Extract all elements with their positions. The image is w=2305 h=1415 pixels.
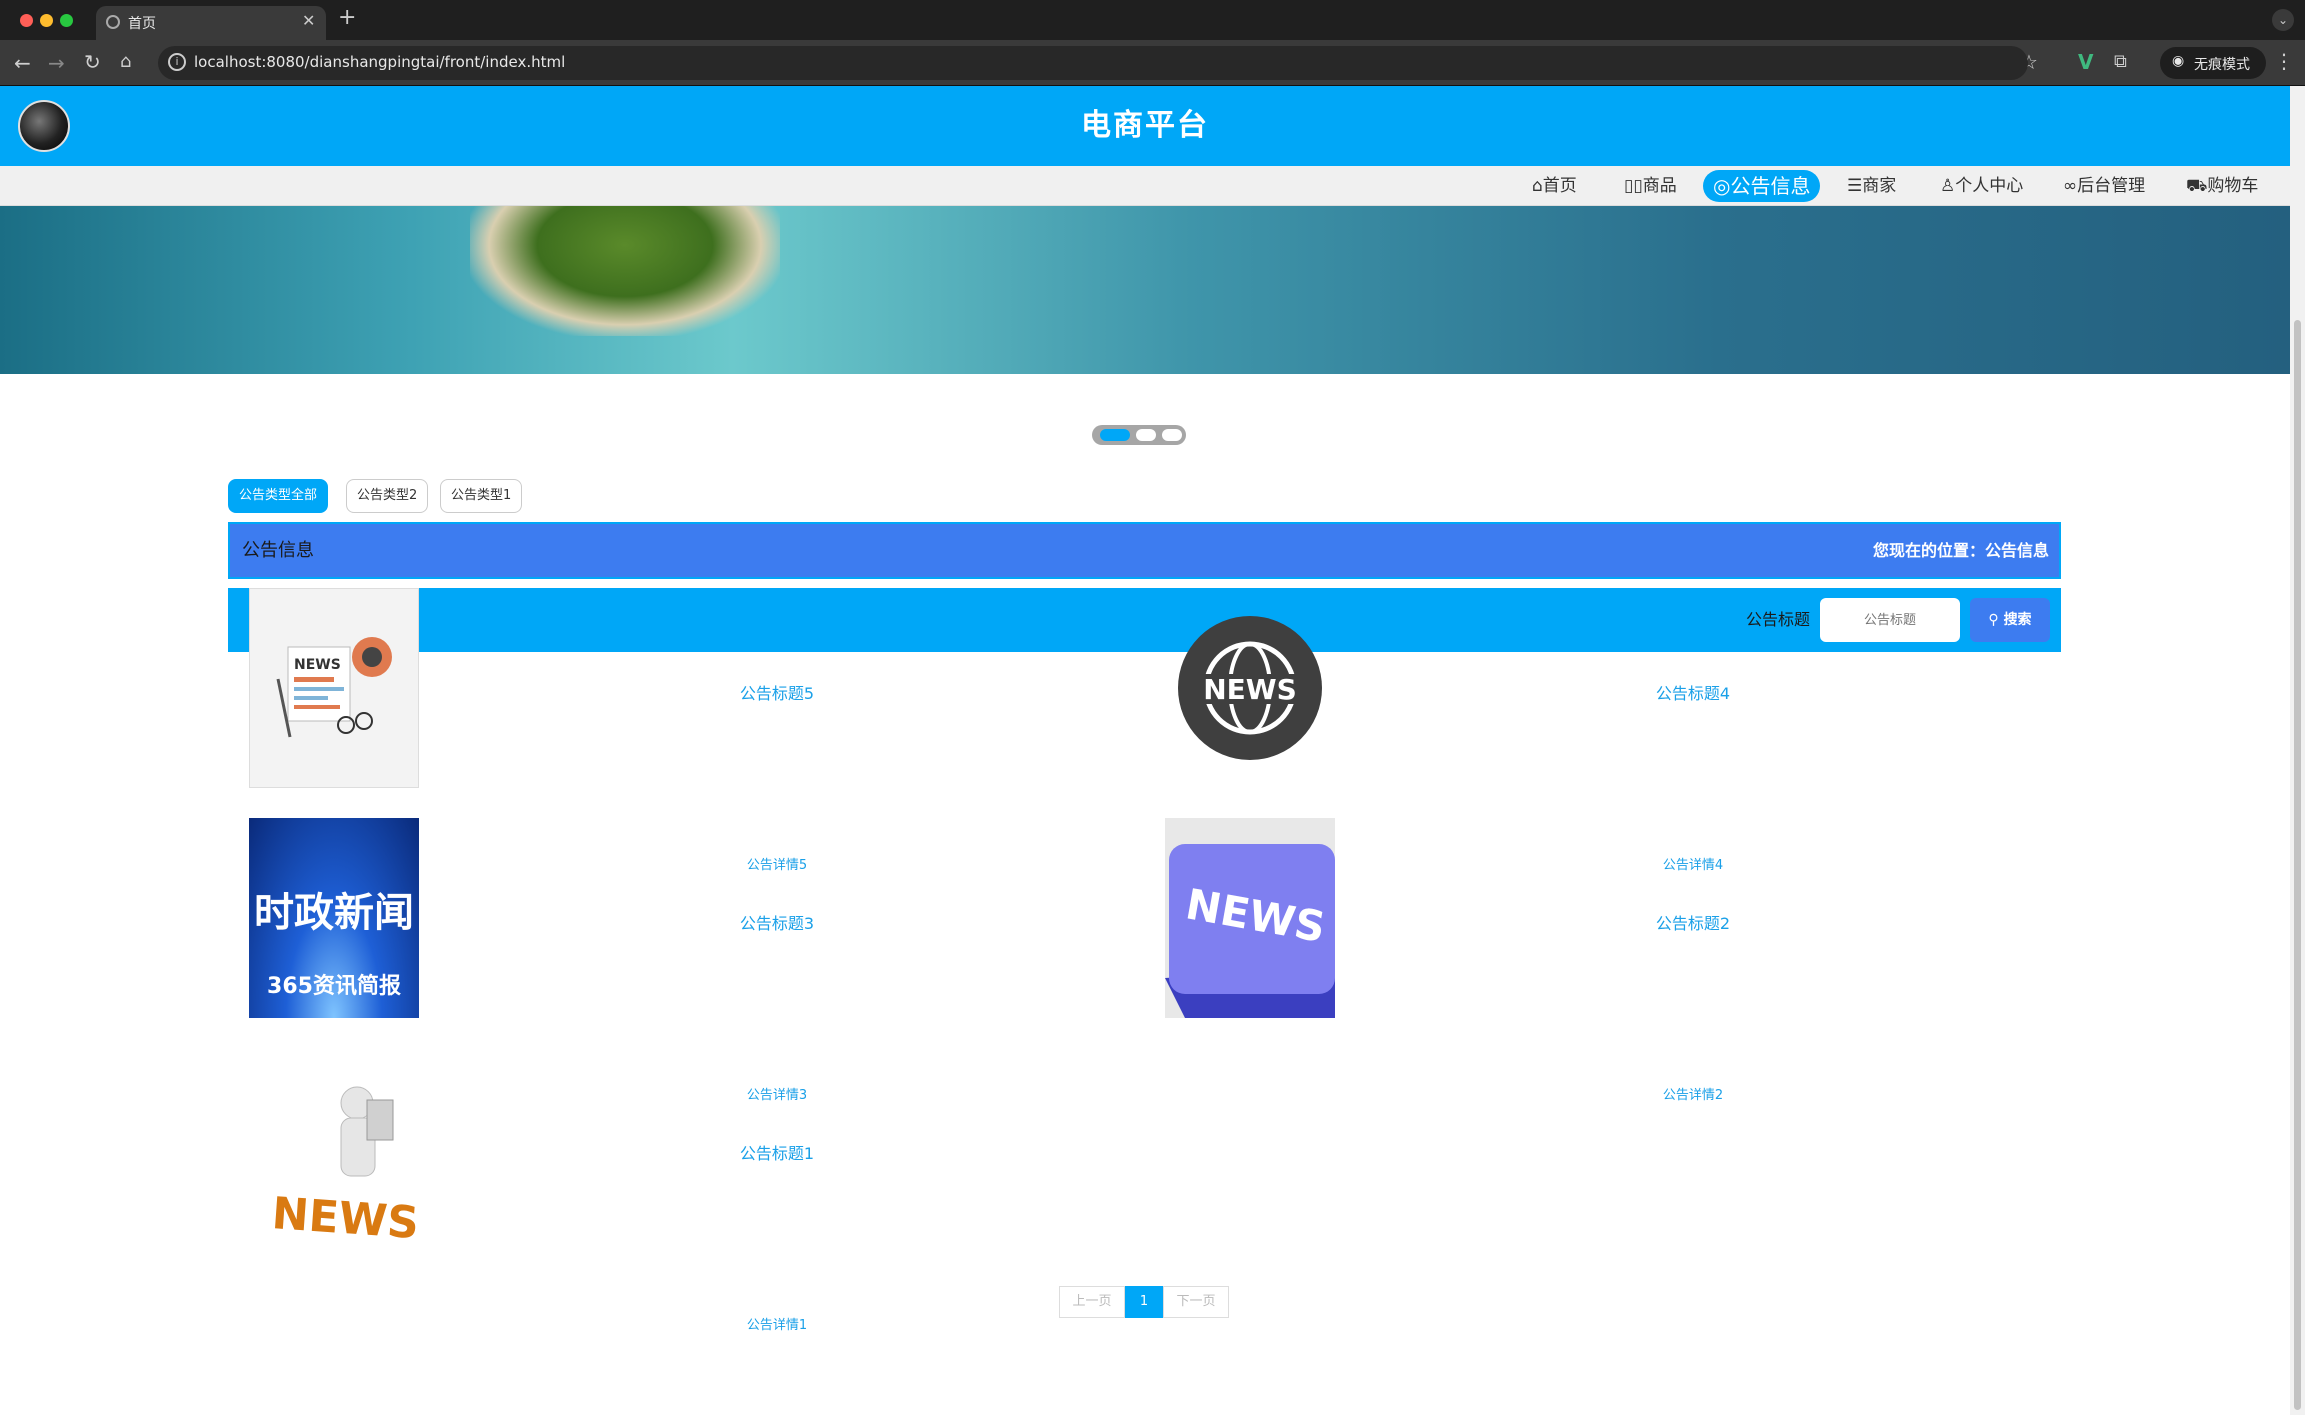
news-image-4[interactable]: NEWS [1165,588,1335,788]
merchant-icon: ☰ [1847,176,1863,196]
news-title-5[interactable]: 公告标题5 [627,680,927,704]
search-input[interactable] [1820,598,1960,642]
maximize-window-button[interactable] [60,14,73,27]
site-title: 电商平台 [1081,108,1209,143]
poster-subtitle: 365资讯简报 [267,974,401,999]
news-detail-2[interactable]: 公告详情2 [1543,1084,1843,1103]
browser-tab-bar: 首页 ✕ + ⌄ [0,0,2305,40]
nav-item-products[interactable]: ▯▯商品 [1624,170,1677,202]
address-bar[interactable]: i localhost:8080/dianshangpingtai/front/… [158,46,2028,80]
news-image-5[interactable]: NEWS [249,588,419,788]
breadcrumb: 您现在的位置：公告信息 [1872,541,2049,560]
incognito-badge[interactable]: ◉ 无痕模式 [2160,47,2266,79]
incognito-icon: ◉ [2172,53,2185,69]
link-icon: ∞ [2063,176,2078,196]
vue-devtools-icon[interactable]: V [2078,52,2093,72]
nav-item-merchants[interactable]: ☰商家 [1847,170,1896,202]
info-bar: 公告信息 您现在的位置：公告信息 [228,522,2061,579]
prev-page-button[interactable]: 上一页 [1059,1286,1125,1318]
type-filter-all[interactable]: 公告类型全部 [228,479,329,513]
search-label: 公告标题 [1746,610,1811,629]
nav-item-user-center[interactable]: ♙个人中心 [1940,170,2023,202]
news-title-2[interactable]: 公告标题2 [1543,910,1843,934]
news-image-1[interactable]: NEWS [249,1048,419,1248]
news-paper-illustration: NEWS [276,637,392,738]
cart-icon: ⛟ [2186,176,2208,196]
news-keyboard-key: NEWS [1165,818,1335,1018]
new-tab-icon[interactable]: + [338,5,356,30]
main-nav: ⌂首页 ▯▯商品 ◎公告信息 ☰商家 ♙个人中心 ∞后台管理 ⛟购物车 [0,166,2290,206]
home-icon: ⌂ [1532,176,1543,196]
site-header: 电商平台 [0,86,2290,166]
page-1-button[interactable]: 1 [1125,1286,1163,1318]
forward-icon[interactable]: → [48,53,65,73]
type-filter-2[interactable]: 公告类型2 [346,479,429,513]
user-icon: ♙ [1940,176,1956,196]
svg-text:NEWS: NEWS [1203,673,1297,706]
search-icon: ⚲ [1988,612,1999,628]
news-globe-badge: NEWS [1178,616,1322,760]
browser-tab[interactable]: 首页 ✕ [96,6,326,40]
globe-icon [106,15,120,29]
tab-search-icon[interactable]: ⌄ [2272,9,2294,31]
person-reading-news-figure: NEWS [270,1086,419,1248]
home-icon[interactable]: ⌂ [120,52,131,72]
news-title-1[interactable]: 公告标题1 [627,1140,927,1164]
reload-icon[interactable]: ↻ [84,52,101,72]
search-bar: 公告标题 ⚲ 搜索 [228,588,2061,652]
minimize-window-button[interactable] [40,14,53,27]
news-title-4[interactable]: 公告标题4 [1543,680,1843,704]
news-title-3[interactable]: 公告标题3 [627,910,927,934]
nav-item-announcements[interactable]: ◎公告信息 [1703,170,1821,202]
carousel-dot-3[interactable] [1162,429,1182,441]
scrollbar-thumb[interactable] [2294,320,2301,1410]
poster-headline: 时政新闻 [254,890,414,936]
carousel-dot-2[interactable] [1136,429,1156,441]
search-button[interactable]: ⚲ 搜索 [1970,598,2050,642]
back-icon[interactable]: ← [14,53,31,73]
next-page-button[interactable]: 下一页 [1163,1286,1229,1318]
close-tab-icon[interactable]: ✕ [302,11,315,30]
incognito-label: 无痕模式 [2194,57,2250,73]
site-info-icon[interactable]: i [168,53,186,71]
announcement-icon: ◎ [1713,174,1731,198]
type-filter-1[interactable]: 公告类型1 [440,479,523,513]
banner-carousel[interactable] [0,206,2290,374]
page-viewport: 电商平台 ⌂首页 ▯▯商品 ◎公告信息 ☰商家 ♙个人中心 ∞后台管理 ⛟购物车… [0,86,2290,1415]
news-detail-4[interactable]: 公告详情4 [1543,854,1843,873]
nav-item-cart[interactable]: ⛟购物车 [2186,170,2258,202]
svg-text:NEWS: NEWS [294,657,341,673]
carousel-dot-1[interactable] [1100,429,1130,441]
news-image-2[interactable]: NEWS [1165,818,1335,1018]
product-icon: ▯▯ [1624,176,1643,196]
banner-island-image [470,206,780,336]
nav-item-home[interactable]: ⌂首页 [1532,170,1577,202]
close-window-button[interactable] [20,14,33,27]
url-text: localhost:8080/dianshangpingtai/front/in… [194,53,566,71]
section-title: 公告信息 [242,540,314,561]
svg-text:NEWS: NEWS [270,1188,419,1248]
news-image-3[interactable]: 时政新闻 365资讯简报 [249,818,419,1018]
news-detail-1[interactable]: 公告详情1 [627,1314,927,1333]
nav-item-admin[interactable]: ∞后台管理 [2063,170,2145,202]
news-detail-5[interactable]: 公告详情5 [627,854,927,873]
menu-icon[interactable]: ⋮ [2274,51,2294,71]
extensions-icon[interactable]: ⧉ [2114,52,2127,72]
news-detail-3[interactable]: 公告详情3 [627,1084,927,1103]
tab-title: 首页 [128,16,156,32]
